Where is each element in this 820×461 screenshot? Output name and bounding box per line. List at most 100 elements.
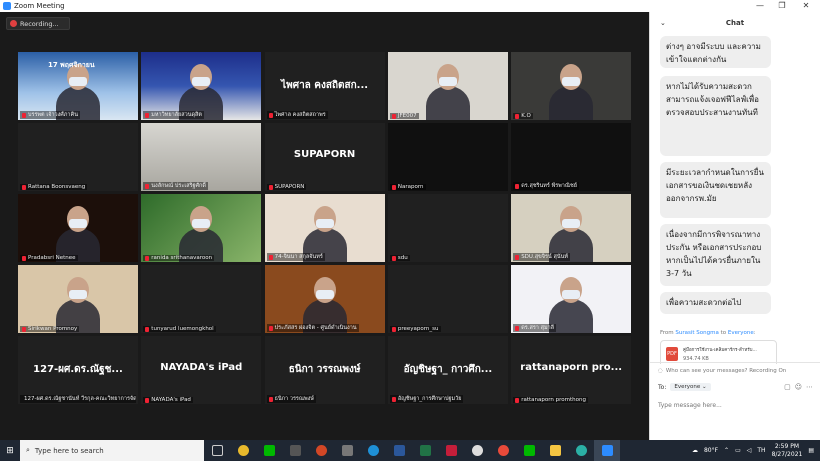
- participant-name: Pradabsri Netnee: [28, 255, 76, 261]
- participant-tile[interactable]: นงลักษณ์ ประเสริฐศักดิ์: [141, 123, 262, 191]
- participant-tile[interactable]: preeyaporn_su: [387, 265, 508, 333]
- participant-tile[interactable]: rattanaporn pro... rattanaporn promthong: [511, 336, 632, 404]
- zoom-taskbar-icon[interactable]: [594, 440, 620, 461]
- participant-tile[interactable]: ประภัสสร ผ่องจิต - ศูนย์ดำเนินงาน: [264, 265, 385, 333]
- line-alt-icon[interactable]: [516, 440, 542, 461]
- participant-tile[interactable]: JFE007: [387, 52, 508, 120]
- participant-name-label: นงลักษณ์ ประเสริฐศักดิ์: [143, 182, 208, 190]
- more-icon[interactable]: ⋯: [806, 383, 813, 391]
- message-input[interactable]: [658, 399, 808, 411]
- participant-name-label: Pradabsri Netnee: [20, 255, 78, 261]
- muted-mic-icon: [515, 113, 520, 119]
- participant-tile[interactable]: 17 พฤศจิกายนบรรพต เจ้าวงศ์ภาคิน: [18, 52, 138, 120]
- participant-name-label: ranida srithanavaroon: [143, 255, 215, 261]
- notification-icon[interactable]: ▤: [808, 447, 814, 454]
- participant-tile[interactable]: อัญชิษฐา_ กาวศึก... อัญชิษฐา_การศึกษาปฐมว…: [387, 336, 508, 404]
- person-body: [549, 86, 594, 120]
- xbox-icon[interactable]: [464, 440, 490, 461]
- chrome-alt-icon[interactable]: [490, 440, 516, 461]
- video-overlay-text: 17 พฤศจิกายน: [48, 61, 95, 69]
- participant-tile[interactable]: SUPAPORN SUPAPORN: [264, 123, 385, 191]
- participant-tile[interactable]: NAYADA's iPad NAYADA's iPad: [141, 336, 262, 404]
- muted-mic-icon: [145, 183, 150, 189]
- folder-icon[interactable]: [542, 440, 568, 461]
- recipient-row: To: Everyone ⌄: [658, 383, 711, 391]
- who-can-see-link[interactable]: ◌ Who can see your messages? Recording O…: [658, 368, 786, 374]
- participant-tile[interactable]: ธนิกา วรรณพงษ์ ธนิกา วรรณพงษ์: [264, 336, 385, 404]
- app-icon[interactable]: [438, 440, 464, 461]
- muted-mic-icon: [515, 254, 520, 260]
- face-mask: [562, 290, 581, 299]
- face-mask: [192, 77, 211, 86]
- maximize-button[interactable]: ❐: [770, 0, 794, 12]
- volume-icon[interactable]: ◁: [747, 447, 752, 454]
- windows-start-icon[interactable]: ⊞: [0, 440, 20, 461]
- participant-tile[interactable]: K.O: [511, 52, 632, 120]
- chat-messages[interactable]: ต่างๆ อาจมีระบบ และความเข้าใจแตกต่างกัน …: [650, 34, 820, 364]
- participant-display-name: อัญชิษฐา_ กาวศึก...: [403, 364, 493, 375]
- chat-message: หากไม่ได้รับความสะดวกสามารถแจ้งเจอฟฟีไลฟ…: [660, 76, 771, 156]
- participant-tile[interactable]: 127-ผศ.ดร.ณัฐช... 127-ผศ.ดร.ณัฐชานันท์ วี…: [18, 336, 138, 404]
- weather-temp[interactable]: 80°F: [704, 447, 718, 454]
- participant-video: [387, 123, 508, 191]
- participant-name: บรรพต เจ้าวงศ์ภาคิน: [28, 112, 78, 118]
- participant-name-label: JFE007: [389, 113, 419, 119]
- chevron-up-icon[interactable]: ⌃: [724, 447, 729, 454]
- sender-name[interactable]: Surasit Songma: [675, 330, 718, 336]
- window-title: Zoom Meeting: [14, 2, 65, 10]
- participant-tile[interactable]: Pradabsri Netnee: [18, 194, 138, 262]
- word-icon[interactable]: [386, 440, 412, 461]
- recipient-value: Everyone: [674, 384, 701, 390]
- edge-icon[interactable]: [360, 440, 386, 461]
- participant-name-label: ประภัสสร ผ่องจิต - ศูนย์ดำเนินงาน: [266, 324, 359, 332]
- participant-video: [141, 194, 262, 262]
- muted-mic-icon: [22, 326, 26, 332]
- participant-tile[interactable]: Sirikwan Promnoy: [18, 265, 138, 333]
- recipient-dropdown[interactable]: Everyone ⌄: [670, 383, 711, 391]
- muted-mic-icon: [391, 184, 396, 190]
- search-placeholder: Type here to search: [34, 446, 104, 455]
- chrome-icon[interactable]: [230, 440, 256, 461]
- participant-tile[interactable]: มหาวิทยาลัยสวนดุสิต: [141, 52, 262, 120]
- participant-video: [264, 194, 385, 262]
- close-button[interactable]: ✕: [794, 0, 818, 12]
- participant-tile[interactable]: tunyarud luemongkhol: [141, 265, 262, 333]
- clock[interactable]: 2:59 PM 8/27/2021: [772, 443, 803, 459]
- emoji-icon[interactable]: ☺: [795, 383, 802, 391]
- title-bar: Zoom Meeting: [0, 0, 820, 12]
- participant-display-name: NAYADA's iPad: [160, 362, 243, 373]
- participant-name: Sirikwan Promnoy: [28, 326, 78, 332]
- participant-tile[interactable]: sdu: [387, 194, 508, 262]
- excel-icon[interactable]: [412, 440, 438, 461]
- taskbar-search[interactable]: ⌕ Type here to search: [20, 440, 204, 461]
- participant-tile[interactable]: ดร.สรา สุมาลี: [511, 265, 632, 333]
- language-indicator[interactable]: TH: [757, 447, 765, 454]
- file-icon[interactable]: ▢: [784, 383, 791, 391]
- file-attachment[interactable]: PDF คู่มือการใช้งาน-เคลิมคาร์กร-สำหรับ..…: [660, 340, 777, 364]
- network-icon[interactable]: ▭: [735, 447, 741, 454]
- minimize-button[interactable]: —: [748, 0, 772, 12]
- line-icon[interactable]: [256, 440, 282, 461]
- participant-name-label: SDU.สุขจิรน์ สุนันท์: [513, 253, 570, 261]
- participant-tile[interactable]: 74-จินนา สกุลจันทร์: [264, 194, 385, 262]
- chat-message: เพื่อความสะดวกต่อไป: [660, 292, 771, 314]
- participant-tile[interactable]: SDU.สุขจิรน์ สุนันท์: [511, 194, 632, 262]
- participant-tile[interactable]: ไพศาล คงสถิตสก... ไพศาล คงสถิตสถาพร: [264, 52, 385, 120]
- participant-tile[interactable]: ดร.สุชรินทร์ พีรพาณิชย์: [511, 123, 632, 191]
- face-mask: [438, 77, 457, 86]
- recording-indicator[interactable]: Recording...: [6, 17, 70, 30]
- powerpoint-icon[interactable]: [308, 440, 334, 461]
- participant-tile[interactable]: Rattana Boonsvaeng: [18, 123, 138, 191]
- chevron-down-icon[interactable]: ⌄: [660, 12, 666, 34]
- participant-tile[interactable]: ranida srithanavaroon: [141, 194, 262, 262]
- participant-video: [511, 194, 632, 262]
- media-icon[interactable]: [334, 440, 360, 461]
- participant-name-label: tunyarud luemongkhol: [143, 326, 216, 332]
- task-view-icon[interactable]: [204, 440, 230, 461]
- calculator-icon[interactable]: [282, 440, 308, 461]
- participant-video: [141, 52, 262, 120]
- who-can-see-text: Who can see your messages? Recording On: [665, 368, 787, 374]
- participant-tile[interactable]: Naraporn: [387, 123, 508, 191]
- participant-name: sdu: [397, 255, 408, 261]
- edge-alt-icon[interactable]: [568, 440, 594, 461]
